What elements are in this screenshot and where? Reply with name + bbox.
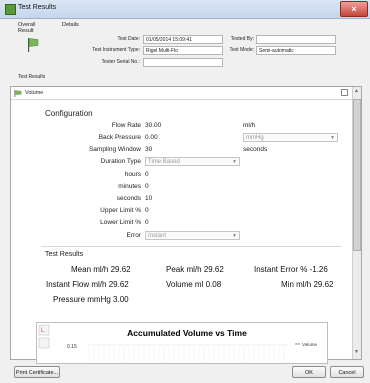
back-pressure-unit-select[interactable]: mmHg ▼ <box>243 133 338 142</box>
instant-flow-label: Instant Flow ml/h <box>46 280 107 289</box>
chevron-down-icon: ▼ <box>330 135 335 141</box>
minutes-label: minutes <box>118 183 141 190</box>
minutes-value: 0 <box>145 183 149 190</box>
tester-serial-field[interactable] <box>143 58 223 67</box>
instant-flow-value: 29.62 <box>108 280 129 289</box>
scroll-thumb[interactable] <box>353 99 361 251</box>
upper-limit-label: Upper Limit % <box>100 207 141 214</box>
tested-by-field[interactable] <box>256 35 336 44</box>
lower-limit-label: Lower Limit % <box>100 219 141 226</box>
chevron-down-icon: ▼ <box>232 159 237 165</box>
volume-panel: Volume ▲ ▼ Configuration Flow Rate 30.00… <box>10 86 362 360</box>
tester-serial-label: Tester Serial No.: <box>101 59 140 65</box>
scroll-up-icon[interactable]: ▲ <box>353 88 360 96</box>
volume-value: 0.08 <box>205 280 222 289</box>
min-value: 29.62 <box>313 280 334 289</box>
chart-legend-label: Volume <box>302 342 318 347</box>
instant-error-label: Instant Error % <box>254 265 308 274</box>
seconds-label: seconds <box>116 195 141 202</box>
duration-type-value: Time Based <box>148 159 180 165</box>
chart-title: Accumulated Volume vs Time <box>127 328 247 338</box>
back-pressure-unit-value: mmHg <box>246 135 264 141</box>
duration-type-select[interactable]: Time Based ▼ <box>145 157 240 166</box>
chart-ytick: 0.15 <box>67 344 77 350</box>
test-mode-field[interactable]: Semi-automatic <box>256 46 336 55</box>
close-button[interactable]: × <box>340 1 368 17</box>
tested-by-label: Tested By: <box>230 36 254 42</box>
instant-flow-result: Instant Flow ml/h 29.62 <box>46 280 129 289</box>
lower-limit-value: 0 <box>145 219 149 226</box>
chart-grid <box>88 347 285 361</box>
divider <box>41 246 341 247</box>
tab-overall-result[interactable]: Overall Result <box>18 22 35 34</box>
hours-label: hours <box>124 171 141 178</box>
scroll-down-icon[interactable]: ▼ <box>353 349 360 357</box>
chevron-down-icon: ▼ <box>232 233 237 239</box>
error-label: Error <box>126 232 141 239</box>
tab-details[interactable]: Details <box>62 22 79 28</box>
mean-value: 29.62 <box>110 265 131 274</box>
test-date-label: Test Date: <box>117 36 140 42</box>
flag-icon <box>14 90 22 97</box>
error-value: Instant <box>148 233 167 239</box>
title-bar: Test Results × <box>0 0 370 19</box>
duration-type-label: Duration Type <box>100 158 141 165</box>
instant-error-result: Instant Error % -1.26 <box>254 265 328 274</box>
peak-value: 29.62 <box>203 265 224 274</box>
volume-result: Volume ml 0.08 <box>166 280 221 289</box>
back-pressure-label: Back Pressure <box>98 134 141 141</box>
pressure-value: 3.00 <box>113 295 129 304</box>
back-pressure-value: 0.00 <box>145 134 158 141</box>
app-icon <box>5 4 16 15</box>
instant-error-value: -1.26 <box>309 265 328 274</box>
instrument-type-label: Test Instrument Type: <box>92 47 140 53</box>
peak-result: Peak ml/h 29.62 <box>166 265 224 274</box>
volume-label: Volume ml <box>166 280 204 289</box>
test-mode-label: Test Mode: <box>229 47 254 53</box>
flow-rate-label: Flow Rate <box>111 122 141 129</box>
ok-button[interactable]: OK <box>292 366 326 378</box>
pressure-result: Pressure mmHg 3.00 <box>53 295 129 304</box>
sampling-window-unit: seconds <box>243 146 268 153</box>
print-certificate-button[interactable]: Print Certificate... <box>14 366 60 378</box>
pressure-label: Pressure mmHg <box>53 295 111 304</box>
upper-limit-value: 0 <box>145 207 149 214</box>
seconds-value: 10 <box>145 195 153 202</box>
peak-label: Peak ml/h <box>166 265 202 274</box>
flow-rate-unit: ml/h <box>243 122 256 129</box>
results-title: Test Results <box>45 251 84 258</box>
chart-zoom-icon <box>38 337 50 349</box>
error-select[interactable]: Instant ▼ <box>145 231 240 240</box>
cancel-button[interactable]: Cancel <box>330 366 364 378</box>
panel-header-label: Volume <box>25 90 44 96</box>
configuration-title: Configuration <box>45 109 93 118</box>
collapse-button[interactable] <box>341 89 348 96</box>
sampling-window-value: 30 <box>145 146 153 153</box>
min-result: Min ml/h 29.62 <box>281 280 334 289</box>
sampling-window-label: Sampling Window <box>88 146 141 153</box>
panel-header: Volume <box>11 87 352 100</box>
window-title: Test Results <box>18 4 57 11</box>
hours-value: 0 <box>145 171 149 178</box>
chart: L Accumulated Volume vs Time 0.15 Volume <box>38 324 318 361</box>
mean-result: Mean ml/h 29.62 <box>71 265 131 274</box>
mean-label: Mean ml/h <box>71 265 109 274</box>
min-label: Min ml/h <box>281 280 312 289</box>
chart-box: L Accumulated Volume vs Time 0.15 Volume <box>36 322 328 364</box>
test-results-section-label: Test Results <box>18 74 46 80</box>
flow-rate-value: 30.00 <box>145 122 162 129</box>
